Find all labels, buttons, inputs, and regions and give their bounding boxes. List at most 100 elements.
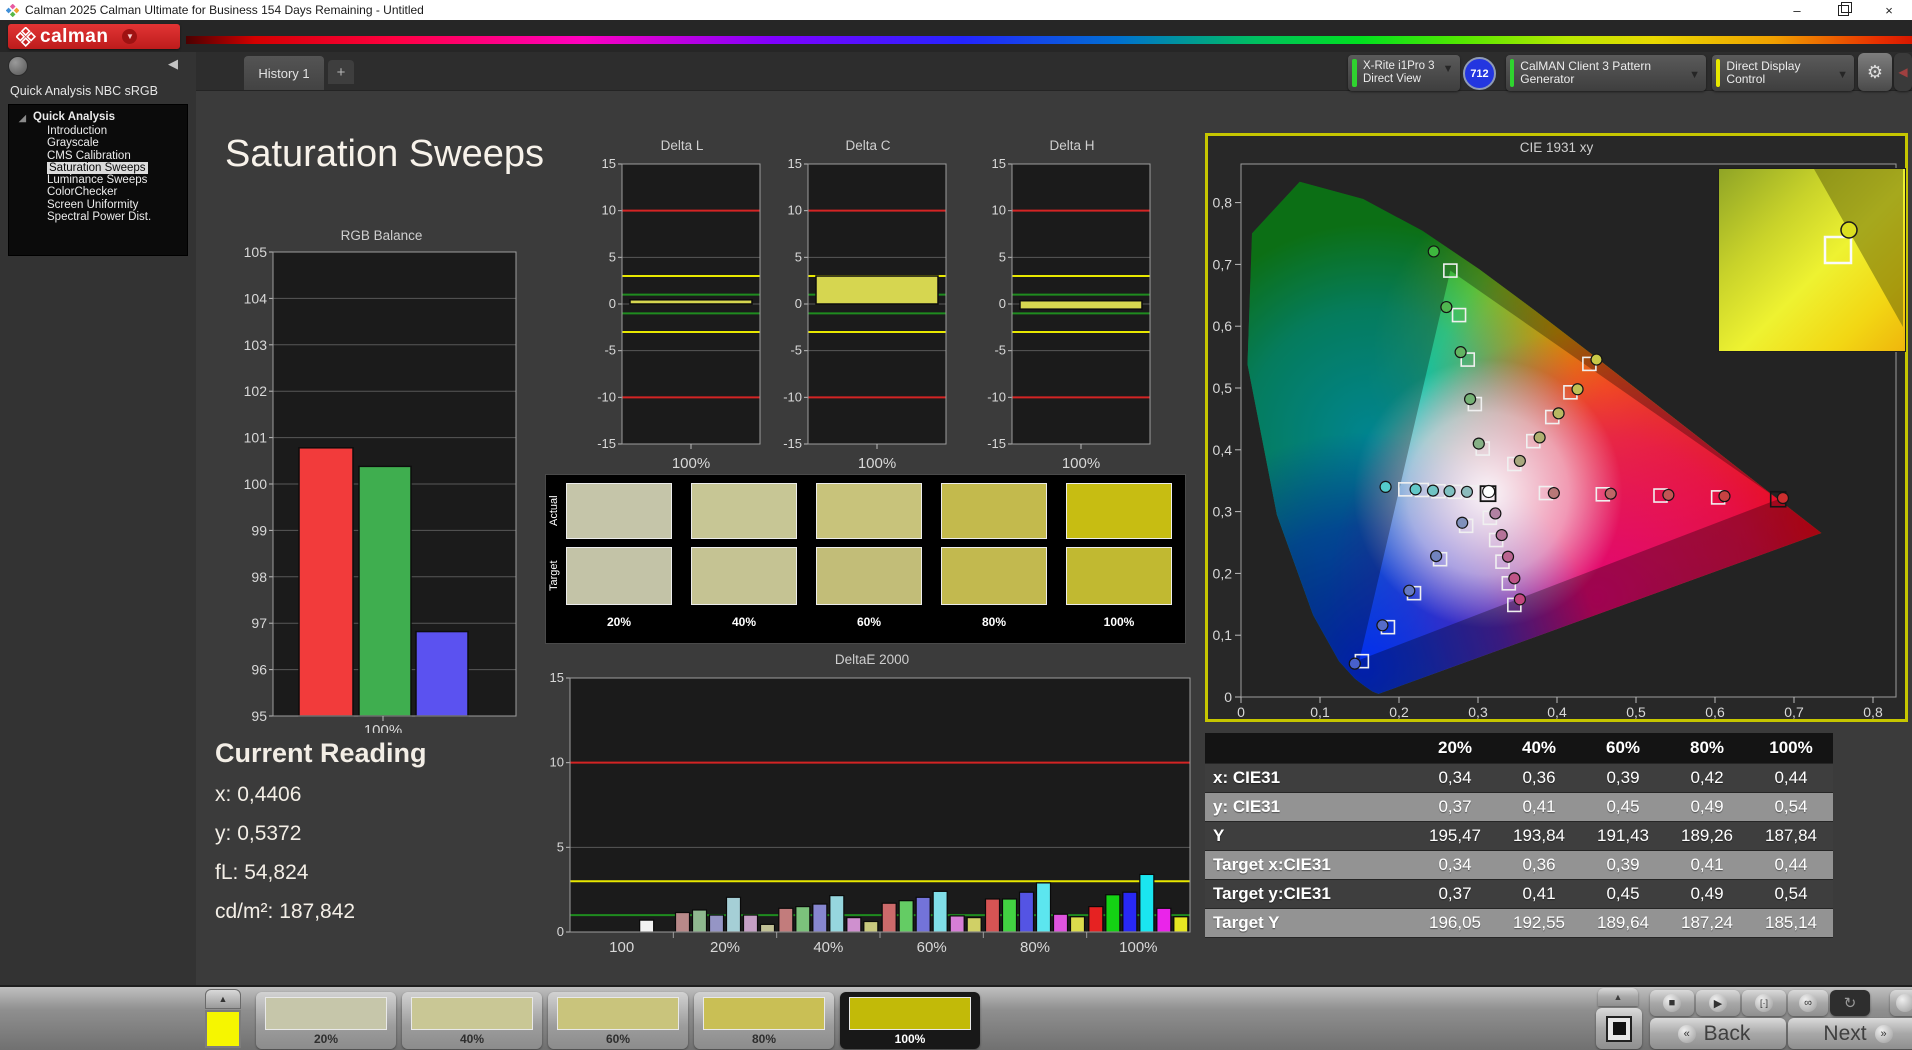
pattern-stepper-up-button[interactable]: ▲ [205,989,241,1009]
restore-button[interactable] [1820,0,1866,20]
svg-text:0,7: 0,7 [1213,256,1233,272]
bracket-icon: [·] [1755,994,1773,1012]
deltae-bar [759,923,776,933]
settings-button[interactable]: ⚙ [1858,53,1892,91]
svg-text:0,6: 0,6 [1705,704,1725,719]
svg-text:0: 0 [1224,689,1232,705]
table-cell: 195,47 [1429,826,1481,845]
app-icon [6,3,19,17]
svg-text:15: 15 [550,670,564,685]
deltae-bar [1018,891,1035,933]
minimize-button[interactable]: – [1774,0,1820,20]
triangle-up-icon: ▲ [1613,992,1623,1002]
sidebar-item-spectral-power[interactable]: Spectral Power Dist. [9,211,187,223]
tab-history-1[interactable]: History 1 [244,56,324,90]
deltae-bar [966,917,982,933]
pattern-level-button-100%[interactable]: 100% [840,992,980,1049]
actual-target-swatches: Actual Target 20% 40% 60% 80% 100% [545,474,1186,644]
loop-button[interactable]: ↻ [1830,990,1870,1016]
extra-button[interactable] [1890,990,1912,1016]
stop-button[interactable]: ■ [1650,990,1694,1016]
reading-x: x: 0,4406 [215,783,302,806]
measured-point-green [1464,393,1477,406]
svg-text:100%: 100% [364,722,402,733]
table-cell: 187,84 [1765,826,1817,845]
sidebar-item-cms-calibration[interactable]: CMS Calibration [9,150,187,162]
measured-point-magenta [1489,507,1502,520]
sidebar-options-button[interactable] [8,56,28,76]
play-icon: ▶ [1709,994,1727,1012]
range-button[interactable]: [·] [1742,990,1786,1016]
gamut-edge-band [1814,169,1903,327]
pattern-window-up-button[interactable]: ▲ [1598,988,1638,1006]
deltae-bar [725,896,742,933]
collapse-panel-button[interactable]: ◀ [1894,53,1912,91]
measured-point-red [1776,491,1790,505]
svg-text:5: 5 [609,249,616,264]
sidebar-item-colorchecker[interactable]: ColorChecker [9,186,187,198]
close-button[interactable]: × [1866,0,1912,20]
pattern-level-button-40%[interactable]: 40% [402,992,542,1049]
expander-icon[interactable]: ◢ [19,111,26,126]
svg-text:0: 0 [609,296,616,311]
title-bar: Calman 2025 Calman Ultimate for Business… [0,0,1912,20]
back-button[interactable]: « Back [1650,1018,1786,1049]
table-cell: 0,34 [1438,768,1472,787]
table-cell: 0,37 [1438,797,1472,816]
measured-point-yellow [1571,383,1584,396]
display-control-selector[interactable]: Direct Display Control ▼ [1712,55,1854,91]
table-cell: 189,64 [1597,913,1649,932]
row-label: Target Y [1213,913,1280,932]
meter-selector[interactable]: X-Rite i1Pro 3 Direct View ▼ [1348,55,1460,91]
play-button[interactable]: ▶ [1696,990,1740,1016]
source-status-bar [1510,59,1515,87]
continuous-button[interactable]: ∞ [1788,990,1828,1016]
pattern-stepper-swatch[interactable] [205,1010,241,1048]
gear-icon: ⚙ [1866,61,1884,82]
tab-strip: History 1 + X-Rite i1Pro 3 Direct View ▼ … [0,52,1912,91]
deltae-bar [949,915,965,933]
deltae-bar [1122,891,1138,933]
sidebar-item-screen-uniformity[interactable]: Screen Uniformity [9,199,187,211]
bottom-bar: ▲ 20% 40% 60% 80% 100% ▲ ■ ▶ [·] ∞ ↻ « Back … [0,985,1912,1050]
sidebar-item-grayscale[interactable]: Grayscale [9,137,187,149]
measured-point-blue [1456,516,1469,529]
table-cell: 189,26 [1681,826,1733,845]
pattern-level-button-80%[interactable]: 80% [694,992,834,1049]
table-cell: 0,44 [1774,768,1808,787]
tree-root[interactable]: ◢ Quick Analysis [9,110,187,125]
deltae-bar [1105,894,1121,933]
display-status-bar [1716,59,1721,87]
rgb-bar-blue [415,630,469,717]
calman-menu-button[interactable]: calman ▼ [8,24,180,49]
triangle-up-icon: ▲ [218,994,228,1004]
logo-dropdown-icon[interactable]: ▼ [122,29,138,44]
table-cell: 192,55 [1513,913,1565,932]
level-label: 40% [459,1032,485,1046]
svg-text:98: 98 [251,569,267,585]
sidebar-item-saturation-sweeps[interactable]: Saturation Sweeps [9,161,187,175]
svg-text:10: 10 [788,203,802,218]
cie-1931-chart[interactable]: CIE 1931 xy 0 0,1 0,2 0,3 0,4 0,5 0,6 0,7 0,8 0 0,… [1205,133,1908,722]
pattern-level-button-60%[interactable]: 60% [548,992,688,1049]
table-cell: 0,34 [1438,855,1472,874]
svg-text:100%: 100% [672,455,710,472]
sidebar-item-luminance-sweeps[interactable]: Luminance Sweeps [9,174,187,186]
next-button[interactable]: Next » [1788,1018,1912,1049]
svg-text:100%: 100% [1062,455,1100,472]
delta-bar [815,275,939,305]
meter-count-badge[interactable]: 712 [1463,57,1496,90]
add-tab-button[interactable]: + [328,60,354,84]
table-cell: 0,39 [1606,768,1640,787]
swatch-target-80% [941,547,1047,605]
table-cell: 0,41 [1690,855,1724,874]
table-row: Target y:CIE31 0,37 0,41 0,45 0,49 0,54 [1205,880,1833,909]
pattern-level-button-20%[interactable]: 20% [256,992,396,1049]
circle-icon [1896,994,1912,1012]
sidebar-collapse-icon[interactable]: ◀ [168,56,178,72]
calman-logo-text: calman [40,25,109,47]
calman-window: Calman 2025 Calman Ultimate for Business… [0,0,1912,1050]
sidebar-item-introduction[interactable]: Introduction [9,125,187,137]
pattern-window-button[interactable] [1596,1008,1642,1049]
pattern-generator-selector[interactable]: CalMAN Client 3 Pattern Generator ▼ [1506,55,1706,91]
